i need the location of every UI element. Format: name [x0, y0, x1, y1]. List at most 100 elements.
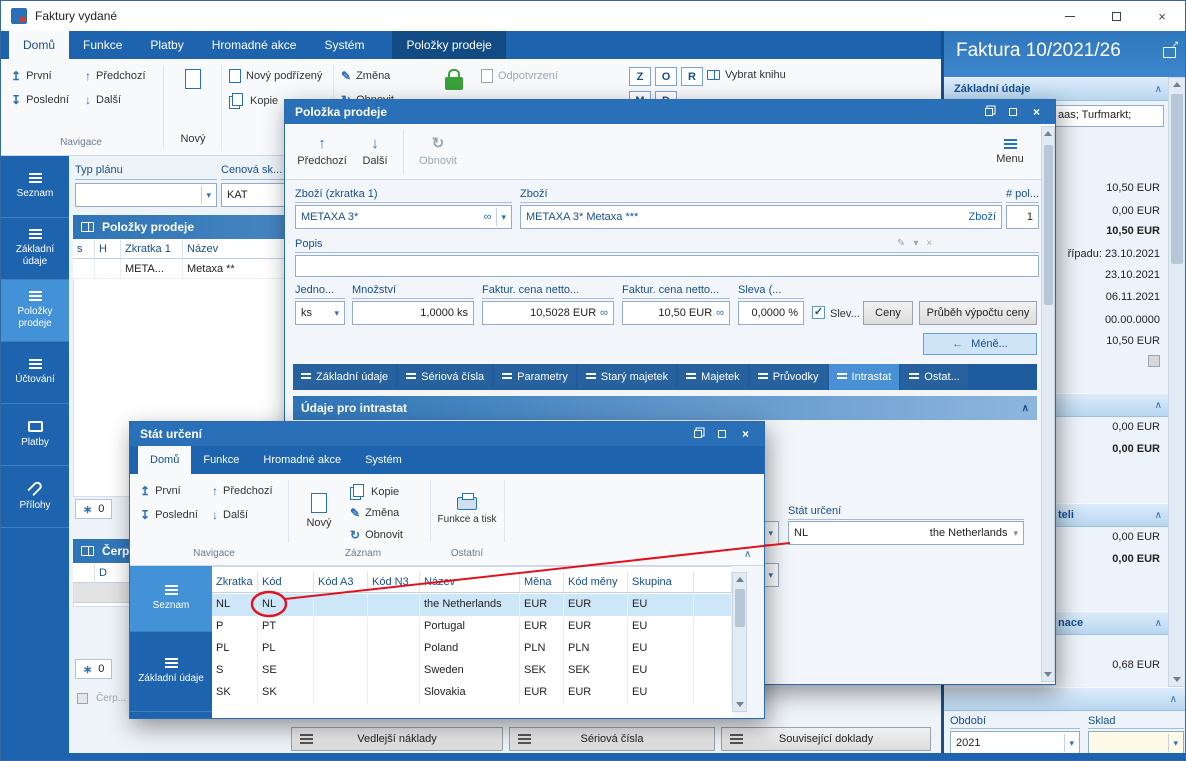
col-kod[interactable]: Kód — [258, 572, 314, 592]
cerpani-checkbox[interactable]: Čerp... — [77, 693, 126, 704]
section-header-5[interactable]: ∧ — [944, 687, 1185, 711]
maximize-button[interactable] — [713, 427, 730, 442]
popout-button[interactable] — [689, 427, 706, 442]
panel-scrollbar[interactable] — [1168, 77, 1185, 687]
sidebar-item-seznam[interactable]: Seznam — [130, 566, 212, 632]
close-button[interactable]: × — [737, 427, 754, 442]
last-button[interactable]: ↧ Poslední — [11, 93, 69, 107]
flag-o-button[interactable]: O — [655, 67, 677, 86]
col-mena[interactable]: Měna — [520, 572, 564, 592]
tab-system[interactable]: Systém — [353, 446, 414, 474]
change-button[interactable]: ✎ Změna — [341, 69, 390, 83]
tab-ostatni[interactable]: Ostat... — [901, 364, 968, 390]
mene-button[interactable]: ← Méně... — [923, 333, 1037, 355]
tab-intrastat[interactable]: Intrastat — [828, 364, 900, 390]
zbozi-zkratka-field[interactable]: METAXA 3* ∞ ▾ — [295, 205, 512, 229]
sidebar-item-uctovani[interactable]: Účtování — [1, 342, 69, 404]
delete-icon[interactable]: × — [926, 238, 932, 249]
sleva-checkbox[interactable]: ✓ — [812, 306, 825, 319]
scroll-thumb[interactable] — [735, 589, 745, 627]
new-child-button[interactable]: Nový podřízený — [229, 69, 322, 83]
zbozi-link[interactable]: Zboží — [968, 211, 996, 223]
scroll-down-icon[interactable] — [736, 702, 744, 707]
ribbon-tab-funkce[interactable]: Funkce — [69, 31, 136, 59]
table-row-portugal[interactable]: P PT Portugal EUR EUR EU — [212, 616, 732, 638]
edit-icon[interactable]: ✎ — [897, 238, 905, 249]
souvisejici-doklady-button[interactable]: Související doklady — [721, 727, 931, 751]
tab-parametry[interactable]: Parametry — [494, 364, 576, 390]
tab-stary-majetek[interactable]: Starý majetek — [577, 364, 677, 390]
collapse-icon[interactable]: ∧ — [1022, 403, 1029, 414]
last-button[interactable]: ↧ Poslední — [140, 508, 198, 522]
select-book-button[interactable]: Vybrat knihu — [707, 69, 786, 81]
zbozi-field[interactable]: METAXA 3* Metaxa *** Zboží — [520, 205, 1002, 229]
col-zkratka[interactable]: Zkratka — [212, 572, 258, 592]
tab-hromadne-akce[interactable]: Hromadné akce — [251, 446, 353, 474]
scroll-up-icon[interactable] — [1044, 131, 1052, 136]
scroll-thumb[interactable] — [1044, 145, 1053, 305]
col-zkratka[interactable]: Zkratka 1 — [121, 239, 183, 259]
section-header-zakladni-udaje[interactable]: Základní údaje ∧ — [944, 77, 1170, 101]
tab-seriova-cisla[interactable]: Sériová čísla — [398, 364, 493, 390]
close-button[interactable]: × — [1139, 1, 1185, 31]
flag-r-button[interactable]: R — [681, 67, 703, 86]
col-kod-meny[interactable]: Kód měny — [564, 572, 628, 592]
dropdown-icon[interactable]: ▾ — [913, 238, 918, 249]
ribbon-tab-domu[interactable]: Domů — [9, 31, 70, 59]
sklad-combo[interactable]: ▾ — [1088, 731, 1184, 755]
col-s[interactable]: s — [73, 239, 95, 259]
scroll-down-icon[interactable] — [1173, 677, 1181, 682]
maximize-button[interactable] — [1093, 1, 1139, 31]
refresh-button[interactable]: ↻Obnovit — [411, 128, 465, 176]
jednotka-combo[interactable]: ks ▾ — [295, 301, 345, 325]
close-button[interactable]: × — [1028, 105, 1045, 120]
table-row-poland[interactable]: PL PL Poland PLN PLN EU — [212, 638, 732, 660]
ribbon-tab-polozky-prodeje[interactable]: Položky prodeje — [392, 31, 506, 59]
tab-zakladni-udaje[interactable]: Základní údaje — [293, 364, 397, 390]
checkbox[interactable] — [1148, 355, 1160, 367]
scroll-thumb[interactable] — [1171, 94, 1183, 264]
change-button[interactable]: ✎ Změna — [350, 506, 399, 520]
copy-button[interactable]: Kopie — [229, 93, 278, 108]
prubeh-vypoctu-button[interactable]: Průběh výpočtu ceny — [919, 301, 1037, 325]
tab-majetek[interactable]: Majetek — [678, 364, 748, 390]
ribbon-tab-system[interactable]: Systém — [310, 31, 378, 59]
popout-button[interactable] — [980, 105, 997, 120]
scroll-up-icon[interactable] — [736, 577, 744, 582]
ribbon-collapse-icon[interactable]: ∧ — [744, 549, 751, 560]
table-row-sweden[interactable]: S SE Sweden SEK SEK EU — [212, 660, 732, 682]
col-kod-a3[interactable]: Kód A3 — [314, 572, 368, 592]
popis-field[interactable] — [295, 255, 1039, 277]
stat-urceni-combo[interactable]: NL the Netherlands ▾ — [788, 521, 1024, 545]
sidebar-item-platby[interactable]: Platby — [1, 404, 69, 466]
flag-z-button[interactable]: Z — [629, 67, 651, 86]
obdobi-combo[interactable]: 2021 ▾ — [950, 731, 1080, 755]
ceny-button[interactable]: Ceny — [863, 301, 913, 325]
ribbon-tab-platby[interactable]: Platby — [136, 31, 197, 59]
previous-button[interactable]: ↑ Předchozí — [293, 128, 351, 176]
refresh-button[interactable]: ↻Obnovit — [350, 528, 403, 542]
maximize-button[interactable] — [1004, 105, 1021, 120]
new-button[interactable]: Nový — [296, 480, 342, 542]
next-button[interactable]: ↓ Další — [353, 128, 397, 176]
col-skupina[interactable]: Skupina — [628, 572, 694, 592]
sleva-field[interactable]: 0,0000 % — [738, 301, 804, 325]
table-scrollbar[interactable] — [732, 572, 747, 712]
funkce-a-tisk-button[interactable]: Funkce a tisk — [436, 480, 498, 542]
mnozstvi-field[interactable]: 1,0000 ks — [352, 301, 474, 325]
tab-pruvodky[interactable]: Průvodky — [749, 364, 827, 390]
vedlejsi-naklady-button[interactable]: Vedlejší náklady — [291, 727, 503, 751]
typ-planu-combo[interactable]: ▾ — [75, 183, 217, 207]
new-button[interactable]: Nový — [169, 63, 217, 151]
scroll-down-icon[interactable] — [1044, 672, 1052, 677]
previous-button[interactable]: ↑ Předchozí — [85, 69, 146, 83]
cena-netto1-field[interactable]: 10,5028 EUR ∞ — [482, 301, 614, 325]
dialog-scrollbar[interactable] — [1041, 126, 1055, 682]
unconfirm-button[interactable]: Odpotvrzení — [481, 69, 558, 83]
copy-button[interactable]: Kopie — [350, 484, 399, 499]
sidebar-item-zakladni-udaje[interactable]: Základní údaje — [130, 632, 212, 712]
table-row-netherlands[interactable]: NL NL the Netherlands EUR EUR EU — [212, 594, 732, 616]
tab-funkce[interactable]: Funkce — [191, 446, 251, 474]
scroll-up-icon[interactable] — [1173, 82, 1181, 87]
menu-button[interactable]: Menu — [985, 128, 1035, 176]
